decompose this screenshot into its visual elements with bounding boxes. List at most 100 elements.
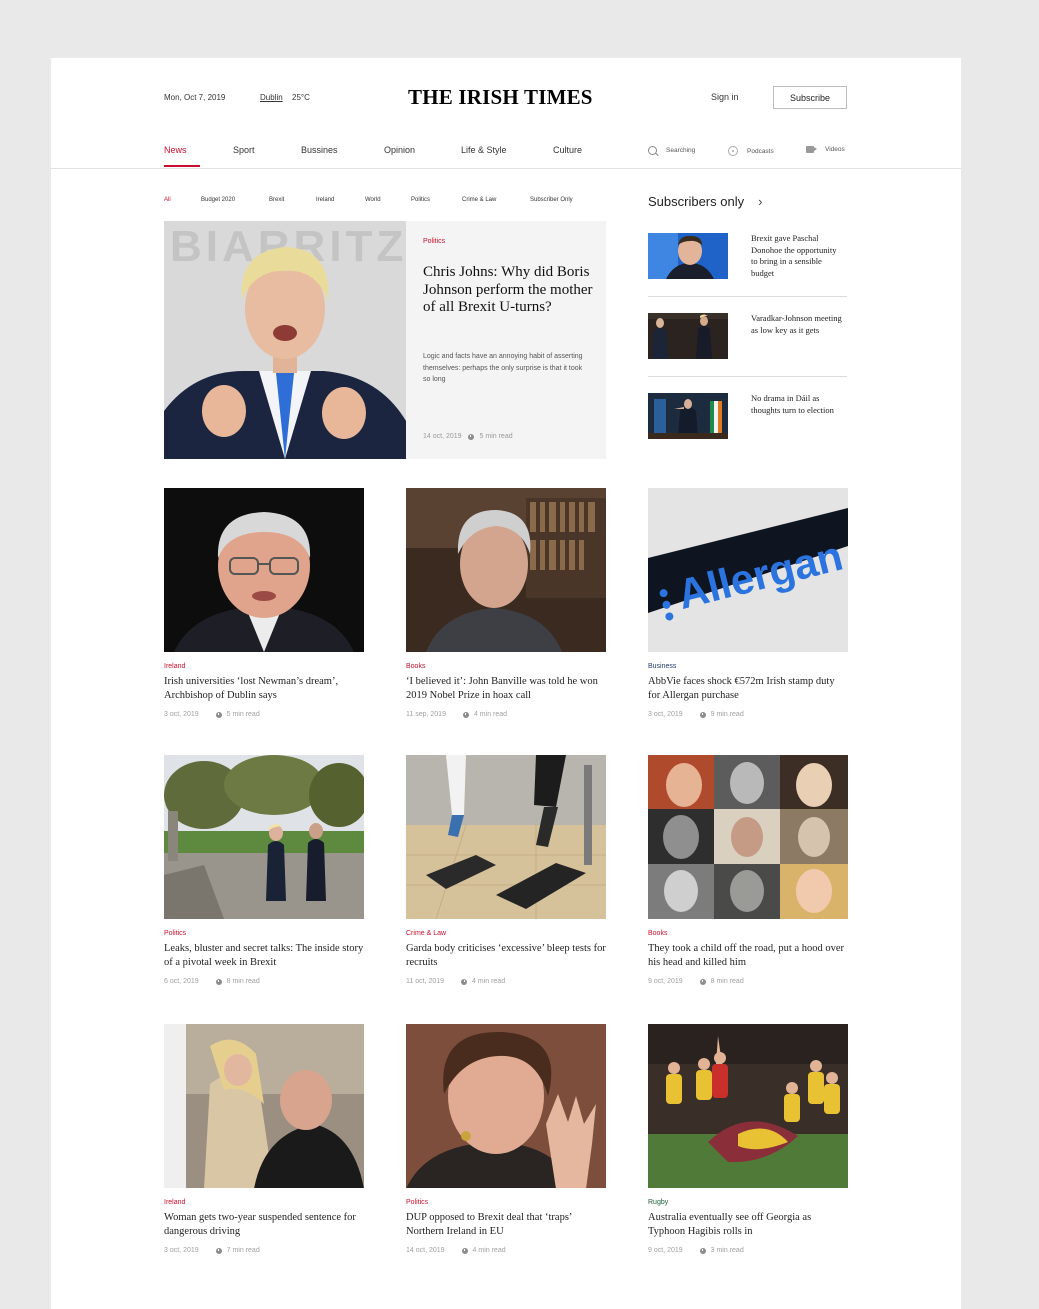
featured-article-image[interactable]: BIARRITZ 19 bbox=[164, 221, 406, 459]
nav-item-life-style[interactable]: Life & Style bbox=[461, 145, 507, 155]
filter-subscriber-only[interactable]: Subscriber Only bbox=[530, 197, 573, 203]
article-meta: 3 oct, 2019 7 min read bbox=[164, 1247, 364, 1254]
sidebar-article-image bbox=[648, 313, 728, 359]
article-date: 11 sep, 2019 bbox=[406, 711, 446, 718]
clock-icon bbox=[467, 433, 474, 440]
article-card[interactable]: Books They took a child off the road, pu… bbox=[648, 755, 848, 985]
article-title[interactable]: Woman gets two-year suspended sentence f… bbox=[164, 1211, 364, 1239]
article-meta: 6 oct, 2019 8 min read bbox=[164, 978, 364, 985]
article-category[interactable]: Books bbox=[406, 663, 606, 670]
article-category[interactable]: Politics bbox=[406, 1199, 606, 1206]
sidebar-article-image bbox=[648, 393, 728, 439]
article-read-time: 9 min read bbox=[710, 711, 744, 718]
sidebar-article-title[interactable]: Varadkar-Johnson meeting as low key as i… bbox=[751, 313, 843, 336]
sign-in-link[interactable]: Sign in bbox=[711, 92, 739, 102]
article-category[interactable]: Politics bbox=[164, 930, 364, 937]
article-image bbox=[406, 755, 606, 919]
filter-ireland[interactable]: Ireland bbox=[316, 197, 334, 203]
article-card[interactable]: Allergan Business AbbVie faces shock €57… bbox=[648, 488, 848, 718]
filter-politics[interactable]: Politics bbox=[411, 197, 430, 203]
article-meta: 11 sep, 2019 4 min read bbox=[406, 711, 606, 718]
clock-icon bbox=[215, 1247, 222, 1254]
filter-world[interactable]: World bbox=[365, 197, 381, 203]
article-meta: 11 oct, 2019 4 min read bbox=[406, 978, 606, 985]
article-title[interactable]: DUP opposed to Brexit deal that ‘traps’ … bbox=[406, 1211, 606, 1239]
article-date: 14 oct, 2019 bbox=[406, 1247, 445, 1254]
podcast-icon bbox=[728, 146, 738, 156]
sidebar-article[interactable]: Varadkar-Johnson meeting as low key as i… bbox=[648, 313, 847, 383]
article-read-time: 5 min read bbox=[226, 711, 260, 718]
nav-item-opinion[interactable]: Opinion bbox=[384, 145, 415, 155]
site-logo[interactable]: THE IRISH TIMES bbox=[408, 85, 593, 110]
article-date: 6 oct, 2019 bbox=[164, 978, 199, 985]
article-category[interactable]: Ireland bbox=[164, 1199, 364, 1206]
article-category[interactable]: Business bbox=[648, 663, 848, 670]
featured-meta: 14 oct, 2019 5 min read bbox=[423, 433, 513, 440]
article-meta: 9 oct, 2019 3 min read bbox=[648, 1247, 848, 1254]
nav-item-culture[interactable]: Culture bbox=[553, 145, 582, 155]
videos-label: Videos bbox=[825, 146, 845, 153]
filter-all[interactable]: All bbox=[164, 197, 171, 203]
article-category[interactable]: Crime & Law bbox=[406, 930, 606, 937]
podcasts-link[interactable]: Podcasts bbox=[728, 146, 774, 156]
article-card[interactable]: Books ‘I believed it’: John Banville was… bbox=[406, 488, 606, 718]
article-title[interactable]: Leaks, bluster and secret talks: The ins… bbox=[164, 942, 364, 970]
weather-temperature: 25°C bbox=[292, 93, 310, 102]
clock-icon bbox=[699, 711, 706, 718]
subscribe-button[interactable]: Subscribe bbox=[773, 86, 847, 109]
article-title[interactable]: Garda body criticises ‘excessive’ bleep … bbox=[406, 942, 606, 970]
article-title[interactable]: ‘I believed it’: John Banville was told … bbox=[406, 675, 606, 703]
article-image bbox=[164, 755, 364, 919]
article-title[interactable]: AbbVie faces shock €572m Irish stamp dut… bbox=[648, 675, 848, 703]
article-image bbox=[164, 488, 364, 652]
article-card[interactable]: Politics Leaks, bluster and secret talks… bbox=[164, 755, 364, 985]
clock-icon bbox=[461, 1247, 468, 1254]
chevron-right-icon: › bbox=[758, 194, 763, 209]
article-read-time: 4 min read bbox=[472, 1247, 506, 1254]
page-container: Mon, Oct 7, 2019 Dublin 25°C THE IRISH T… bbox=[51, 58, 961, 1309]
sidebar-article[interactable]: No drama in Dáil as thoughts turn to ele… bbox=[648, 393, 847, 463]
article-image bbox=[648, 1024, 848, 1188]
search-link[interactable]: Searching bbox=[648, 146, 695, 155]
article-card[interactable]: Ireland Irish universities ‘lost Newman’… bbox=[164, 488, 364, 718]
filter-brexit[interactable]: Brexit bbox=[269, 197, 284, 203]
article-card[interactable]: Rugby Australia eventually see off Georg… bbox=[648, 1024, 848, 1254]
article-category[interactable]: Rugby bbox=[648, 1199, 848, 1206]
article-date: 9 oct, 2019 bbox=[648, 1247, 683, 1254]
article-image bbox=[164, 1024, 364, 1188]
article-read-time: 4 min read bbox=[473, 711, 508, 718]
article-title[interactable]: Irish universities ‘lost Newman’s dream’… bbox=[164, 675, 364, 703]
weather-city-link[interactable]: Dublin bbox=[260, 93, 283, 102]
article-read-time: 4 min read bbox=[472, 978, 506, 985]
article-card[interactable]: Crime & Law Garda body criticises ‘exces… bbox=[406, 755, 606, 985]
videos-link[interactable]: Videos bbox=[806, 146, 845, 153]
podcasts-label: Podcasts bbox=[747, 147, 774, 155]
article-image: Allergan bbox=[648, 488, 848, 652]
sidebar-article-title[interactable]: Brexit gave Paschal Donohoe the opportun… bbox=[751, 233, 843, 279]
subscribers-only-heading[interactable]: Subscribers only › bbox=[648, 194, 762, 209]
search-label: Searching bbox=[666, 147, 696, 154]
article-card[interactable]: Politics DUP opposed to Brexit deal that… bbox=[406, 1024, 606, 1254]
nav-item-business[interactable]: Bussines bbox=[301, 145, 338, 155]
sidebar-article[interactable]: Brexit gave Paschal Donohoe the opportun… bbox=[648, 233, 847, 303]
article-title[interactable]: They took a child off the road, put a ho… bbox=[648, 942, 848, 970]
featured-article[interactable]: Politics Chris Johns: Why did Boris John… bbox=[406, 221, 606, 459]
article-image bbox=[406, 488, 606, 652]
search-icon bbox=[648, 146, 657, 155]
featured-title[interactable]: Chris Johns: Why did Boris Johnson perfo… bbox=[423, 264, 593, 317]
filter-crime-law[interactable]: Crime & Law bbox=[462, 197, 496, 203]
article-title[interactable]: Australia eventually see off Georgia as … bbox=[648, 1211, 848, 1239]
filter-budget-2020[interactable]: Budget 2020 bbox=[201, 197, 235, 203]
clock-icon bbox=[461, 978, 468, 985]
article-card[interactable]: Ireland Woman gets two-year suspended se… bbox=[164, 1024, 364, 1254]
clock-icon bbox=[699, 1247, 706, 1254]
sidebar-article-title[interactable]: No drama in Dáil as thoughts turn to ele… bbox=[751, 393, 843, 416]
article-date: 3 oct, 2019 bbox=[164, 1247, 199, 1254]
article-category[interactable]: Books bbox=[648, 930, 848, 937]
article-category[interactable]: Ireland bbox=[164, 663, 364, 670]
nav-item-sport[interactable]: Sport bbox=[233, 145, 255, 155]
featured-category[interactable]: Politics bbox=[423, 238, 445, 245]
subscribers-only-title: Subscribers only bbox=[648, 194, 745, 209]
article-meta: 3 oct, 2019 9 min read bbox=[648, 711, 848, 718]
nav-item-news[interactable]: News bbox=[164, 145, 187, 155]
